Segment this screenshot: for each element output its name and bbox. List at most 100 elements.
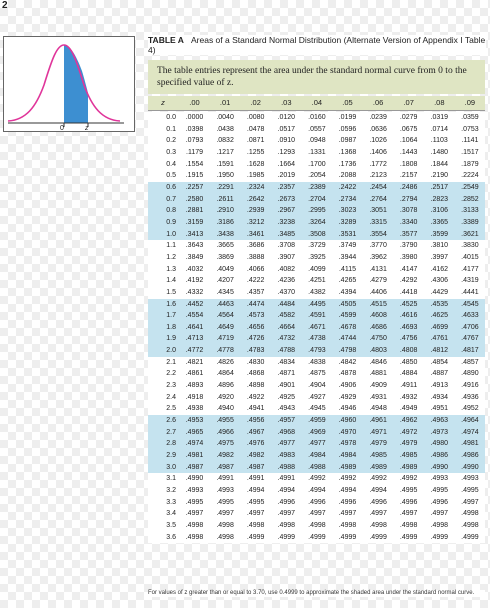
table-cell: .4997: [430, 510, 449, 518]
table-cell: .4999: [338, 533, 357, 541]
table-cell: .3508: [308, 230, 326, 238]
table-cell: .2088: [338, 172, 357, 180]
table-cell: .4345: [216, 288, 234, 296]
table-cell: .4990: [185, 475, 204, 483]
table-cell: .0000: [185, 114, 204, 121]
table-cell: .4977: [308, 440, 326, 448]
table-cell: .0987: [338, 137, 357, 145]
table-cell: .4997: [338, 510, 357, 518]
table-row: 0.4 .1554 .1591 .1628 .1664 .1700 .1736 .1772 .1…: [148, 158, 485, 171]
table-cell: .4997: [246, 510, 265, 518]
table-cell: .4761: [430, 335, 449, 343]
table-cell: .3133: [461, 207, 479, 215]
table-cell: .4251: [308, 277, 326, 285]
table-row: 3.4 .4997 .4997 .4997 .4997 .4997 .4997 .4997 .4…: [148, 508, 485, 520]
table-cell: .1331: [308, 148, 326, 156]
table-cell: .4967: [246, 428, 265, 436]
table-cell: .4993: [430, 475, 449, 483]
table-cell: .4998: [185, 521, 204, 529]
table-cell: .4726: [246, 335, 265, 343]
table-cell: .4732: [277, 335, 296, 343]
table-cell: .4664: [277, 323, 296, 331]
table-cell: .4991: [277, 475, 296, 483]
table-cell: .0910: [277, 137, 296, 145]
table-cell: .4306: [430, 277, 449, 285]
table-cell: .4591: [308, 312, 326, 320]
z-value: 0.4: [166, 160, 176, 168]
table-cell: .2389: [308, 183, 326, 191]
table-cell: .0398: [185, 125, 204, 133]
table-cell: .4279: [369, 277, 387, 285]
normal-curve-figure: [3, 36, 135, 132]
table-cell: .0832: [216, 137, 234, 145]
table-row: 2.5 .4938 .4940 .4941 .4943 .4945 .4946 .4948 .4…: [148, 403, 485, 416]
z-value: 0.0: [166, 114, 176, 121]
z-value: 3.0: [166, 463, 176, 471]
table-header-row: z .00 .01 .02 .03 .04 .05 .06 .07 .08 .09: [148, 96, 485, 111]
table-cell: .1736: [338, 160, 357, 168]
table-cell: .0871: [246, 137, 265, 145]
table-cell: .3729: [308, 242, 326, 250]
table-cell: .4991: [216, 475, 234, 483]
table-cell: .4418: [399, 288, 418, 296]
table-cell: .3708: [277, 242, 296, 250]
table-cell: .4505: [338, 300, 357, 308]
table-row: 0.6 .2257 .2291 .2324 .2357 .2389 .2422 .2454 .2…: [148, 181, 485, 194]
table-cell: .4830: [246, 358, 265, 366]
table-cell: .4959: [308, 417, 326, 425]
table-row: 2.6 .4953 .4955 .4956 .4957 .4959 .4960 .4961 .4…: [148, 415, 485, 427]
table-cell: .2764: [369, 195, 387, 203]
table-cell: .4980: [430, 440, 449, 448]
table-cell: .4992: [369, 475, 387, 483]
table-cell: .3907: [277, 253, 296, 261]
table-cell: .4861: [185, 370, 204, 378]
table-cell: .4821: [185, 358, 204, 366]
table-cell: .4992: [338, 475, 357, 483]
table-cell: .4997: [277, 510, 296, 518]
table-cell: .4808: [399, 347, 418, 355]
table-cell: .4975: [216, 440, 234, 448]
table-cell: .3770: [369, 242, 387, 250]
table-cell: .4997: [216, 510, 234, 518]
column-header: .05: [342, 98, 353, 107]
table-cell: .3212: [246, 218, 265, 226]
table-cell: .4998: [277, 521, 296, 529]
table-cell: .1443: [399, 148, 418, 156]
table-cell: .2995: [308, 207, 326, 215]
column-header: .08: [434, 98, 445, 107]
table-cell: .1368: [338, 148, 357, 156]
z-value: 0.5: [166, 172, 176, 180]
table-row: 0.0 .0000 .0040 .0080 .0120 .0160 .0199 .0239 .0…: [148, 112, 485, 124]
table-cell: .4846: [369, 358, 387, 366]
z-value: 1.4: [166, 277, 176, 285]
table-cell: .4996: [430, 498, 449, 506]
z-value: 2.2: [166, 370, 176, 378]
table-cell: .3289: [338, 218, 357, 226]
table-cell: .3106: [430, 207, 449, 215]
table-cell: .4987: [246, 463, 265, 471]
table-cell: .2794: [399, 195, 418, 203]
z-value: 3.2: [166, 487, 176, 494]
table-cell: .2357: [277, 183, 296, 191]
table-cell: .3665: [216, 242, 234, 250]
table-row: 2.1 .4821 .4826 .4830 .4834 .4838 .4842 .4846 .4…: [148, 356, 485, 369]
table-cell: .0517: [277, 125, 296, 133]
table-row: 2.8 .4974 .4975 .4976 .4977 .4977 .4978 .4979 .4…: [148, 438, 485, 451]
table-cell: .4927: [308, 393, 326, 401]
normal-curve-graphic: [7, 44, 124, 127]
table-cell: .4989: [399, 463, 418, 471]
column-header: .09: [464, 98, 476, 107]
z-value: 2.7: [166, 428, 176, 436]
table-cell: .4934: [430, 393, 449, 401]
z-value: 2.3: [166, 382, 176, 390]
table-cell: .4015: [461, 253, 479, 261]
table-cell: .1255: [246, 148, 265, 156]
column-header: .06: [372, 98, 384, 107]
table-cell: .4115: [339, 265, 356, 273]
table-cell: .4999: [369, 533, 387, 541]
table-cell: .4978: [338, 440, 357, 448]
table-cell: .4370: [277, 288, 296, 296]
z-value: 0.8: [166, 207, 176, 215]
table-cell: .4066: [246, 265, 265, 273]
table-cell: .0040: [216, 114, 234, 121]
